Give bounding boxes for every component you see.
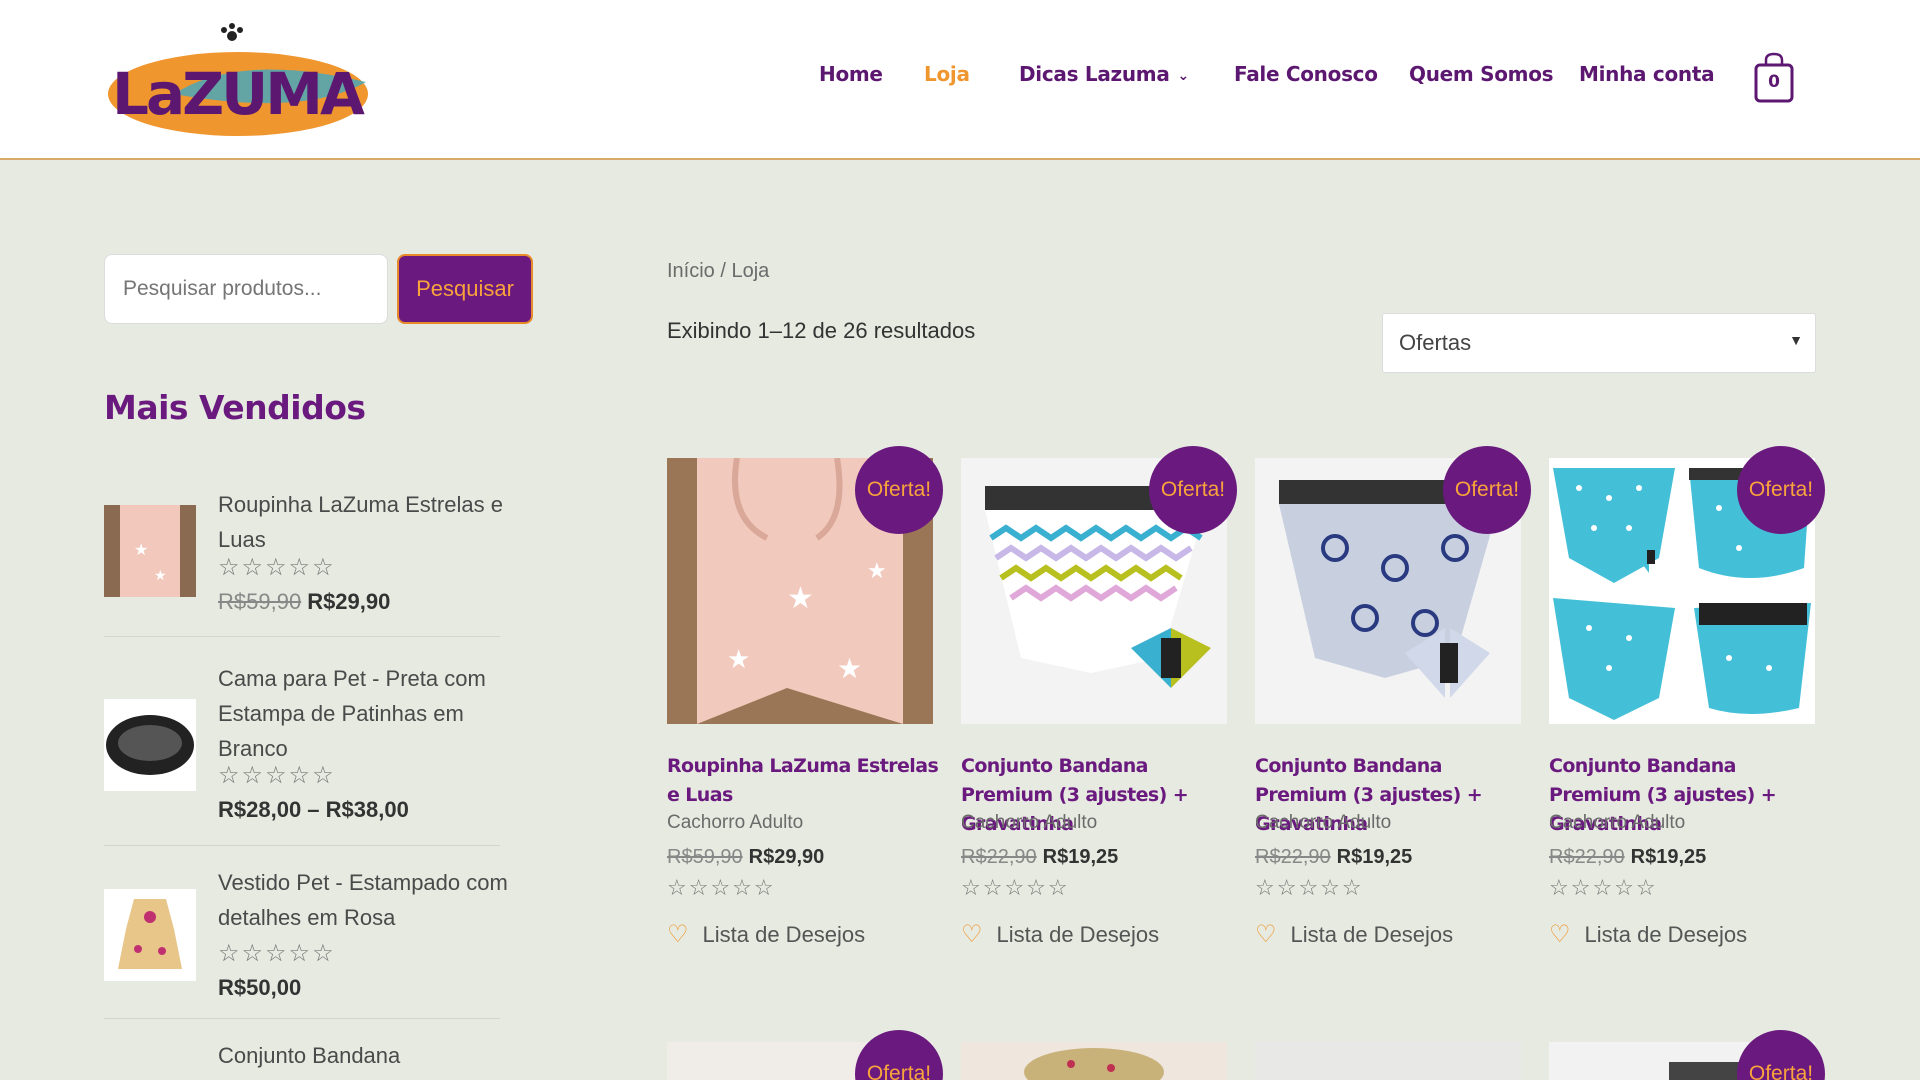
heart-icon: ♡ — [1549, 921, 1571, 948]
sale-price: R$19,25 — [1336, 846, 1413, 868]
product-card: Oferta! Conjunto Bandana Premium (3 ajus… — [1255, 446, 1531, 949]
wishlist-button[interactable]: ♡ Lista de Desejos — [1549, 920, 1747, 949]
rating-stars: ☆☆☆☆☆ — [218, 939, 336, 967]
product-category: Cachorro Adulto — [1255, 812, 1392, 833]
best-seller-item: Cama para Pet - Preta com Estampa de Pat… — [104, 661, 500, 831]
rating-stars: ☆☆☆☆☆ — [667, 876, 776, 901]
best-seller-name[interactable]: Conjunto Bandana — [218, 1038, 500, 1073]
svg-text:★: ★ — [867, 559, 887, 584]
heart-icon: ♡ — [667, 921, 689, 948]
cart-count: 0 — [1768, 72, 1780, 92]
old-price: R$59,90 — [218, 589, 302, 614]
nav-quem-somos[interactable]: Quem Somos — [1409, 62, 1554, 86]
product-thumbnail[interactable]: ★ ★ — [104, 505, 196, 597]
product-search-input[interactable] — [104, 254, 388, 324]
old-price: R$22,90 — [1549, 846, 1625, 868]
result-count: Exibindo 1–12 de 26 resultados — [667, 318, 976, 343]
svg-text:★: ★ — [787, 581, 814, 616]
svg-text:LaZUMA: LaZUMA — [112, 60, 365, 128]
wishlist-label: Lista de Desejos — [1584, 922, 1748, 947]
product-category: Cachorro Adulto — [667, 812, 804, 833]
product-title[interactable]: Roupinha LaZuma Estrelas e Luas — [667, 752, 942, 810]
wishlist-label: Lista de Desejos — [1290, 922, 1454, 947]
nav-dicas-label: Dicas Lazuma — [1019, 62, 1170, 86]
breadcrumb[interactable]: Início / Loja — [667, 260, 769, 283]
product-price: R$22,90 R$19,25 — [1549, 846, 1706, 869]
sale-price: R$19,25 — [1630, 846, 1707, 868]
product-price: R$22,90 R$19,25 — [961, 846, 1118, 869]
product-price: R$22,90 R$19,25 — [1255, 846, 1412, 869]
svg-text:★: ★ — [837, 652, 862, 685]
best-seller-name[interactable]: Roupinha LaZuma Estrelas e Luas — [218, 487, 508, 557]
heart-icon: ♡ — [961, 921, 983, 948]
product-image[interactable] — [1255, 1042, 1521, 1080]
sale-badge: Oferta! — [855, 446, 943, 534]
old-price: R$22,90 — [1255, 846, 1331, 868]
product-category: Cachorro Adulto — [961, 812, 1098, 833]
nav-fale-conosco[interactable]: Fale Conosco — [1234, 62, 1378, 86]
svg-text:★: ★ — [727, 645, 750, 675]
best-seller-item: Conjunto Bandana — [104, 1038, 500, 1080]
sale-badge: Oferta! — [1149, 446, 1237, 534]
sale-badge: Oferta! — [1737, 1030, 1825, 1080]
svg-text:★: ★ — [134, 540, 148, 559]
sale-badge: Oferta! — [855, 1030, 943, 1080]
best-seller-name[interactable]: Vestido Pet - Estampado com detalhes em … — [218, 865, 508, 935]
rating-stars: ☆☆☆☆☆ — [218, 761, 336, 789]
wishlist-button[interactable]: ♡ Lista de Desejos — [961, 920, 1159, 949]
best-seller-item: Vestido Pet - Estampado com detalhes em … — [104, 865, 508, 1005]
heart-icon: ♡ — [1255, 921, 1277, 948]
product-card: ★ ★ ★ ★ Oferta! Roupinha LaZuma Estrelas e … — [667, 446, 943, 949]
rating-stars: ☆☆☆☆☆ — [218, 553, 336, 581]
product-category: Cachorro Adulto — [1549, 812, 1686, 833]
chevron-down-icon: ⌄ — [1177, 67, 1190, 84]
cart-button[interactable]: 0 — [1754, 52, 1794, 104]
product-card: Oferta! Conjunto Bandana Premium (3 ajus… — [1549, 446, 1825, 949]
best-sellers-title: Mais Vendidos — [104, 388, 366, 427]
best-seller-name[interactable]: Cama para Pet - Preta com Estampa de Pat… — [218, 661, 508, 766]
old-price: R$59,90 — [667, 846, 743, 868]
product-thumbnail[interactable] — [104, 889, 196, 981]
nav-home[interactable]: Home — [819, 62, 883, 86]
rating-stars: ☆☆☆☆☆ — [961, 876, 1070, 901]
nav-dicas-lazuma[interactable]: Dicas Lazuma ⌄ — [1019, 62, 1189, 86]
wishlist-button[interactable]: ♡ Lista de Desejos — [667, 920, 865, 949]
product-price: R$59,90 R$29,90 — [667, 846, 824, 869]
product-image[interactable] — [961, 1042, 1227, 1080]
ordering-value: Ofertas — [1399, 330, 1472, 355]
search-button[interactable]: Pesquisar — [397, 254, 533, 324]
best-seller-price: R$28,00 – R$38,00 — [218, 797, 409, 822]
sale-price: R$19,25 — [1042, 846, 1119, 868]
best-seller-price: R$50,00 — [218, 975, 302, 1000]
divider — [104, 845, 500, 846]
wishlist-label: Lista de Desejos — [702, 922, 866, 947]
divider — [104, 636, 500, 637]
nav-minha-conta[interactable]: Minha conta — [1579, 62, 1715, 86]
ordering-select[interactable]: Ofertas ▼ — [1382, 313, 1816, 373]
best-seller-item: ★ ★ Roupinha LaZuma Estrelas e Luas ☆☆☆☆☆… — [104, 487, 503, 627]
nav-loja[interactable]: Loja — [924, 62, 970, 86]
chevron-down-icon: ▼ — [1789, 332, 1803, 348]
old-price: R$22,90 — [961, 846, 1037, 868]
wishlist-label: Lista de Desejos — [996, 922, 1160, 947]
sale-badge: Oferta! — [1737, 446, 1825, 534]
rating-stars: ☆☆☆☆☆ — [1255, 876, 1364, 901]
divider — [104, 1018, 500, 1019]
product-card: Oferta! Conjunto Bandana Premium (3 ajus… — [961, 446, 1237, 949]
svg-text:★: ★ — [154, 568, 167, 584]
best-seller-price: R$59,90 R$29,90 — [218, 589, 390, 615]
product-thumbnail[interactable] — [104, 699, 196, 791]
wishlist-button[interactable]: ♡ Lista de Desejos — [1255, 920, 1453, 949]
sale-badge: Oferta! — [1443, 446, 1531, 534]
site-logo[interactable]: LaZUMA — [104, 22, 372, 138]
site-header: LaZUMA Home Loja Dicas Lazuma ⌄ Fale Cono… — [0, 0, 1920, 160]
sale-price: R$29,90 — [307, 589, 391, 614]
rating-stars: ☆☆☆☆☆ — [1549, 876, 1658, 901]
sale-price: R$29,90 — [748, 846, 825, 868]
